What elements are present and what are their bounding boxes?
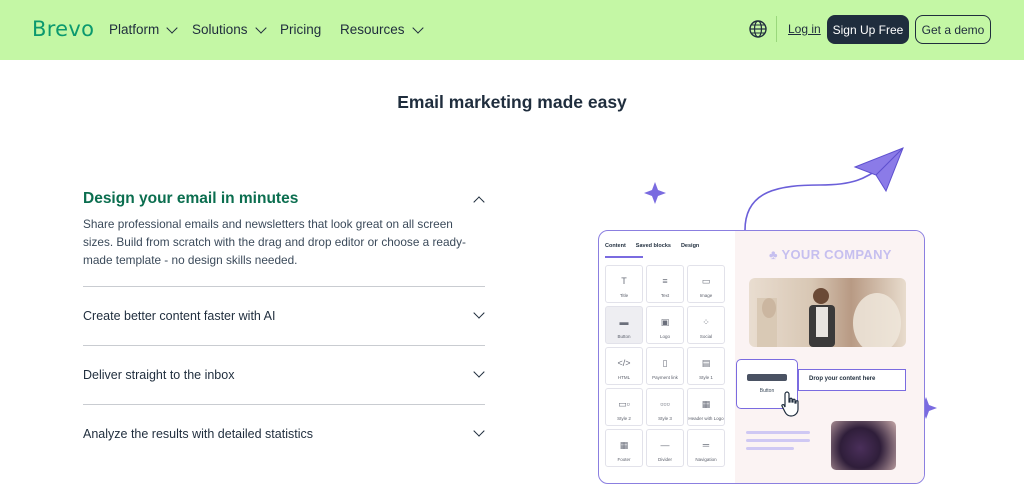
block-header-with-logo: ▦ Header with Logo (687, 388, 725, 426)
drop-zone: Drop your content here (798, 369, 906, 391)
nav-item-label: Solutions (192, 22, 248, 37)
hero-photo (749, 278, 906, 347)
block-social: ⁘ Social (687, 306, 725, 344)
nav-item-label: Pricing (280, 22, 322, 37)
company-name: YOUR COMPANY (781, 247, 892, 262)
product-photo (831, 421, 896, 470)
block-label: Button (617, 334, 631, 339)
divider (83, 286, 485, 287)
block-logo: ▣ Logo (646, 306, 684, 344)
block-label: HTML (617, 375, 631, 380)
divider (83, 404, 485, 405)
get-demo-button[interactable]: Get a demo (915, 15, 991, 44)
nav-divider (776, 16, 777, 42)
brand-logo[interactable]: Brevo (32, 17, 94, 41)
chevron-down-icon (166, 21, 178, 34)
block-divider: — Divider (646, 429, 684, 467)
text-icon: ≡ (662, 276, 668, 286)
chevron-down-icon (411, 21, 424, 34)
block-text: ≡ Text (646, 265, 684, 303)
code-icon: </> (617, 358, 631, 368)
block-label: Image (699, 293, 713, 298)
accordion-item-design[interactable]: Design your email in minutes (83, 190, 485, 208)
block-label: Style 3 (658, 416, 672, 421)
block-label: Text (660, 293, 670, 298)
tab-saved-blocks: Saved blocks (635, 243, 671, 249)
block-label: Style 1 (699, 375, 713, 380)
divider (83, 345, 485, 346)
block-image: ▭ Image (687, 265, 725, 303)
nav-item-resources[interactable]: Resources (340, 21, 424, 37)
hand-cursor-icon (781, 391, 799, 417)
nav-item-solutions[interactable]: Solutions (192, 21, 267, 37)
nav-item-label: Platform (109, 22, 160, 37)
tab-content: Content (605, 243, 626, 249)
editor-tabs: Content Saved blocks Design (605, 243, 699, 249)
title-icon: T (621, 276, 627, 286)
nav-item-label: Resources (340, 22, 405, 37)
block-label: Logo (659, 334, 670, 339)
accordion-title: Design your email in minutes (83, 190, 299, 207)
block-label: Footer (617, 457, 631, 462)
company-logo-icon: ♣ (769, 247, 782, 262)
company-placeholder: ♣ YOUR COMPANY (769, 247, 892, 262)
top-nav: Brevo Platform Solutions Pricing Resourc… (0, 0, 1024, 60)
layout-icon: ▤ (701, 358, 711, 368)
navigation-icon: ═ (702, 440, 710, 450)
layout-icon: ▫▫▫ (660, 399, 670, 409)
chevron-down-icon (254, 21, 267, 34)
email-editor-mockup: Content Saved blocks Design T Title ≡ Text… (598, 230, 925, 484)
accordion-item-deliver[interactable]: Deliver straight to the inbox (83, 368, 485, 382)
accordion-title: Create better content faster with AI (83, 309, 276, 323)
tab-design: Design (680, 243, 700, 249)
payment-icon: ▯ (662, 358, 668, 368)
globe-icon[interactable] (748, 19, 768, 39)
block-button: ▬ Button (605, 306, 643, 344)
button-preview (747, 374, 787, 381)
block-style-1: ▤ Style 1 (687, 347, 725, 385)
block-style-3: ▫▫▫ Style 3 (646, 388, 684, 426)
accordion-item-analyze[interactable]: Analyze the results with detailed statis… (83, 427, 485, 441)
block-footer: ▦ Footer (605, 429, 643, 467)
layout-icon: ▭▫ (618, 399, 630, 409)
nav-item-platform[interactable]: Platform (109, 21, 178, 37)
accordion-item-ai[interactable]: Create better content faster with AI (83, 309, 485, 323)
login-link[interactable]: Log in (788, 22, 821, 36)
accordion-title: Analyze the results with detailed statis… (83, 427, 313, 441)
footer-icon: ▦ (619, 440, 629, 450)
logo-icon: ▣ (660, 317, 670, 327)
block-title: T Title (605, 265, 643, 303)
block-navigation: ═ Navigation (687, 429, 725, 467)
block-label: Social (699, 334, 713, 339)
active-tab-indicator (605, 256, 643, 258)
nav-item-pricing[interactable]: Pricing (280, 22, 321, 37)
divider-icon: — (660, 440, 670, 450)
section-heading: Email marketing made easy (397, 92, 627, 112)
accordion-description: Share professional emails and newsletter… (83, 217, 466, 267)
header-icon: ▦ (701, 399, 711, 409)
accordion-title: Deliver straight to the inbox (83, 368, 235, 382)
social-icon: ⁘ (702, 317, 710, 327)
block-html: </> HTML (605, 347, 643, 385)
text-placeholder-lines (746, 431, 810, 455)
block-grid: T Title ≡ Text ▭ Image ▬ Button ▣ Logo ⁘ Socia… (605, 265, 725, 467)
block-label: Header with Logo (688, 416, 724, 421)
block-payment-link: ▯ Payment link (646, 347, 684, 385)
block-label: Style 2 (617, 416, 631, 421)
block-label: Navigation (695, 457, 717, 462)
block-label: Title (619, 293, 629, 298)
sparkle-icon (644, 182, 666, 204)
block-label: Divider (657, 457, 672, 462)
block-style-2: ▭▫ Style 2 (605, 388, 643, 426)
image-icon: ▭ (701, 276, 711, 286)
block-label: Payment link (652, 375, 678, 380)
button-icon: ▬ (619, 317, 629, 327)
signup-button[interactable]: Sign Up Free (827, 15, 909, 44)
